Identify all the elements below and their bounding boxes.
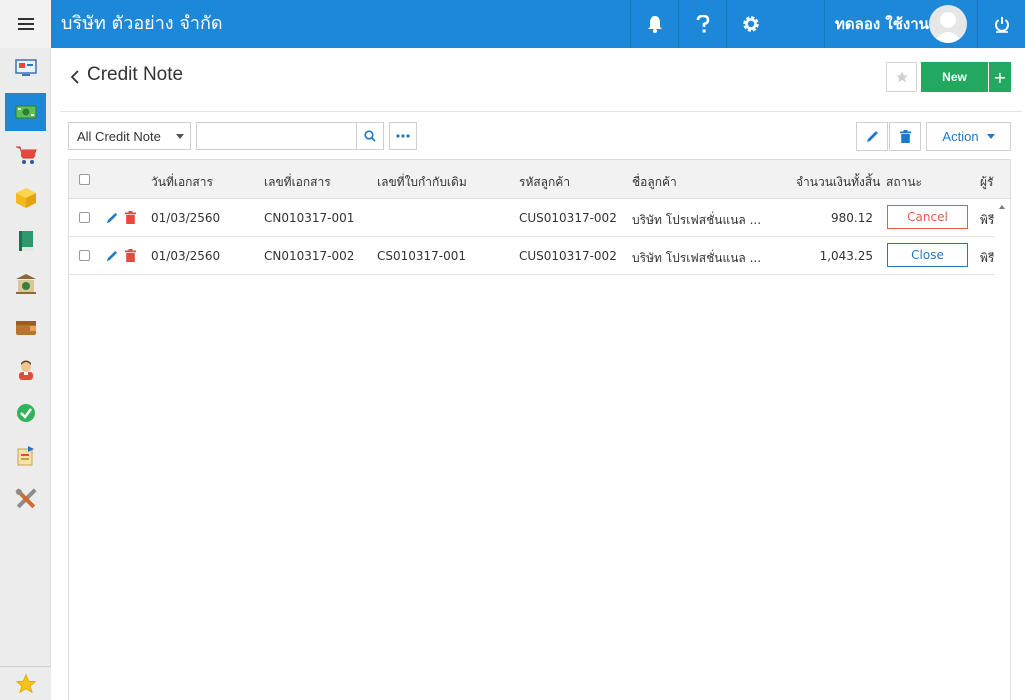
help-icon — [696, 15, 709, 33]
gear-icon — [742, 16, 759, 32]
delete-row-icon[interactable] — [125, 249, 136, 262]
search-button[interactable] — [356, 122, 384, 150]
filter-select[interactable]: All Credit Note — [68, 122, 191, 150]
sidebar-item-finance[interactable] — [5, 93, 46, 131]
favorites-button[interactable] — [0, 666, 51, 700]
cell-customer-name: บริษัท โปรเฟสชั่นแนล ... — [632, 213, 762, 227]
trash-icon — [899, 130, 911, 143]
caret-down-icon — [176, 134, 184, 139]
row-checkbox[interactable] — [79, 212, 90, 223]
page-header: Credit Note New + — [60, 48, 1022, 112]
search-icon — [364, 130, 376, 142]
action-label: Action — [942, 129, 979, 144]
pencil-icon — [866, 131, 878, 142]
delete-row-icon[interactable] — [125, 211, 136, 224]
cell-total: 1,043.25 — [819, 249, 873, 263]
sidebar-item-inventory[interactable] — [5, 179, 46, 217]
user-menu[interactable]: ทดลอง ใช้งาน — [824, 0, 1025, 48]
delete-selected-button[interactable] — [889, 122, 921, 151]
person-icon — [18, 360, 33, 380]
advanced-search-button[interactable] — [389, 122, 417, 150]
cell-date: 01/03/2560 — [151, 249, 221, 263]
table-row[interactable]: 01/03/2560 CN010317-002 CS010317-001 CUS… — [69, 237, 995, 275]
tools-icon — [14, 488, 37, 509]
new-dropdown-button[interactable]: + — [989, 62, 1011, 92]
edit-row-icon[interactable] — [106, 250, 118, 262]
wallet-icon — [15, 321, 36, 335]
favorite-button[interactable] — [886, 62, 917, 92]
vertical-scrollbar[interactable] — [995, 199, 1010, 700]
avatar[interactable] — [929, 5, 967, 43]
user-avatar-icon — [933, 12, 963, 43]
header-customer-name[interactable]: ชื่อลูกค้า — [632, 173, 677, 192]
sidebar-item-bank[interactable] — [5, 265, 46, 303]
back-button[interactable] — [66, 68, 84, 86]
sidebar-item-report[interactable] — [5, 437, 46, 475]
notifications-button[interactable] — [630, 0, 678, 48]
edit-selected-button[interactable] — [856, 122, 888, 151]
cell-ref-no: CS010317-001 — [377, 249, 467, 263]
scroll-up-icon[interactable] — [999, 205, 1005, 209]
dashboard-icon — [14, 59, 37, 76]
help-button[interactable] — [678, 0, 726, 48]
cell-customer-code: CUS010317-002 — [519, 249, 617, 263]
cell-owner: พิรี — [980, 213, 995, 227]
header-owner[interactable]: ผู้รั — [980, 173, 993, 192]
bell-icon — [647, 16, 662, 33]
status-badge[interactable]: Cancel — [887, 205, 968, 229]
cell-customer-name: บริษัท โปรเฟสชั่นแนล ... — [632, 251, 762, 265]
header-doc-no[interactable]: เลขที่เอกสาร — [264, 173, 331, 192]
cell-doc-no[interactable]: CN010317-001 — [264, 211, 354, 225]
left-rail — [0, 0, 51, 700]
action-dropdown-button[interactable]: Action — [926, 122, 1011, 151]
box-icon — [15, 188, 36, 208]
caret-down-icon — [986, 134, 995, 139]
credit-note-table: วันที่เอกสาร เลขที่เอกสาร เลขที่ใบกำกับเ… — [68, 159, 1011, 700]
page-title: Credit Note — [87, 64, 184, 85]
sidebar-item-dashboard[interactable] — [5, 49, 46, 87]
cell-doc-no[interactable]: CN010317-002 — [264, 249, 354, 263]
cell-date: 01/03/2560 — [151, 211, 221, 225]
company-name: บริษัท ตัวอย่าง จำกัด — [61, 13, 223, 34]
book-icon — [18, 231, 33, 251]
settings-button[interactable] — [726, 0, 774, 48]
filter-select-value: All Credit Note — [77, 129, 161, 144]
star-icon — [895, 71, 908, 83]
header-ref-no[interactable]: เลขที่ใบกำกับเดิม — [377, 173, 467, 192]
cell-total: 980.12 — [831, 211, 873, 225]
report-icon — [17, 446, 34, 466]
sidebar-item-sales[interactable] — [5, 136, 46, 174]
hamburger-menu-button[interactable] — [0, 0, 51, 48]
status-badge[interactable]: Close — [887, 243, 968, 267]
cell-owner: พิรี — [980, 251, 995, 265]
header-total[interactable]: จำนวนเงินทั้งสิ้น — [796, 173, 880, 192]
table-header: วันที่เอกสาร เลขที่เอกสาร เลขที่ใบกำกับเ… — [69, 159, 1010, 199]
header-date[interactable]: วันที่เอกสาร — [151, 173, 213, 192]
header-status[interactable]: สถานะ — [886, 173, 922, 192]
select-all-checkbox[interactable] — [79, 174, 90, 185]
check-icon — [16, 404, 35, 422]
edit-row-icon[interactable] — [106, 212, 118, 224]
sidebar-item-hr[interactable] — [5, 351, 46, 389]
sidebar-item-wallet[interactable] — [5, 308, 46, 346]
bank-icon — [15, 274, 36, 294]
row-checkbox[interactable] — [79, 250, 90, 261]
table-row[interactable]: 01/03/2560 CN010317-001 CUS010317-002 บร… — [69, 199, 995, 237]
top-bar: บริษัท ตัวอย่าง จำกัด ทดลอง ใช้งาน — [51, 0, 1025, 48]
cart-icon — [15, 146, 37, 164]
header-customer-code[interactable]: รหัสลูกค้า — [519, 173, 570, 192]
search-input[interactable] — [196, 122, 357, 150]
sidebar-item-settings[interactable] — [5, 480, 46, 518]
more-dots-icon — [396, 134, 410, 138]
star-icon — [15, 673, 36, 693]
power-icon — [995, 16, 1009, 33]
money-icon — [15, 105, 36, 119]
user-name: ทดลอง ใช้งาน — [835, 15, 929, 33]
new-button[interactable]: New — [921, 62, 988, 92]
sidebar-item-accounting[interactable] — [5, 222, 46, 260]
logout-button[interactable] — [977, 0, 1025, 48]
sidebar-item-approval[interactable] — [5, 394, 46, 432]
chevron-left-icon — [70, 70, 79, 84]
cell-customer-code: CUS010317-002 — [519, 211, 617, 225]
